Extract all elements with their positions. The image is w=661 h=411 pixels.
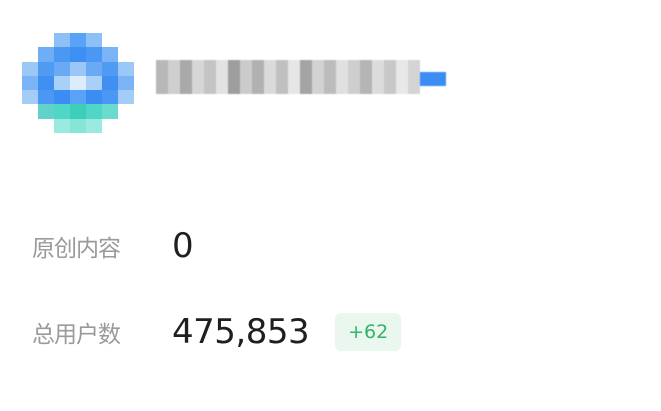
stat-original-content-value: 0 — [172, 226, 194, 266]
stat-total-users: 总用户数 475,853 +62 — [32, 312, 402, 352]
stat-total-users-label: 总用户数 — [32, 322, 121, 348]
stat-original-content: 原创内容 0 — [32, 226, 194, 266]
account-name-redacted — [156, 60, 446, 94]
stat-total-users-value: 475,853 — [172, 312, 310, 352]
user-delta-badge: +62 — [335, 313, 402, 351]
stat-original-content-label: 原创内容 — [32, 236, 121, 262]
account-card: 原创内容 0 总用户数 475,853 +62 — [0, 0, 661, 411]
avatar[interactable] — [22, 33, 134, 134]
